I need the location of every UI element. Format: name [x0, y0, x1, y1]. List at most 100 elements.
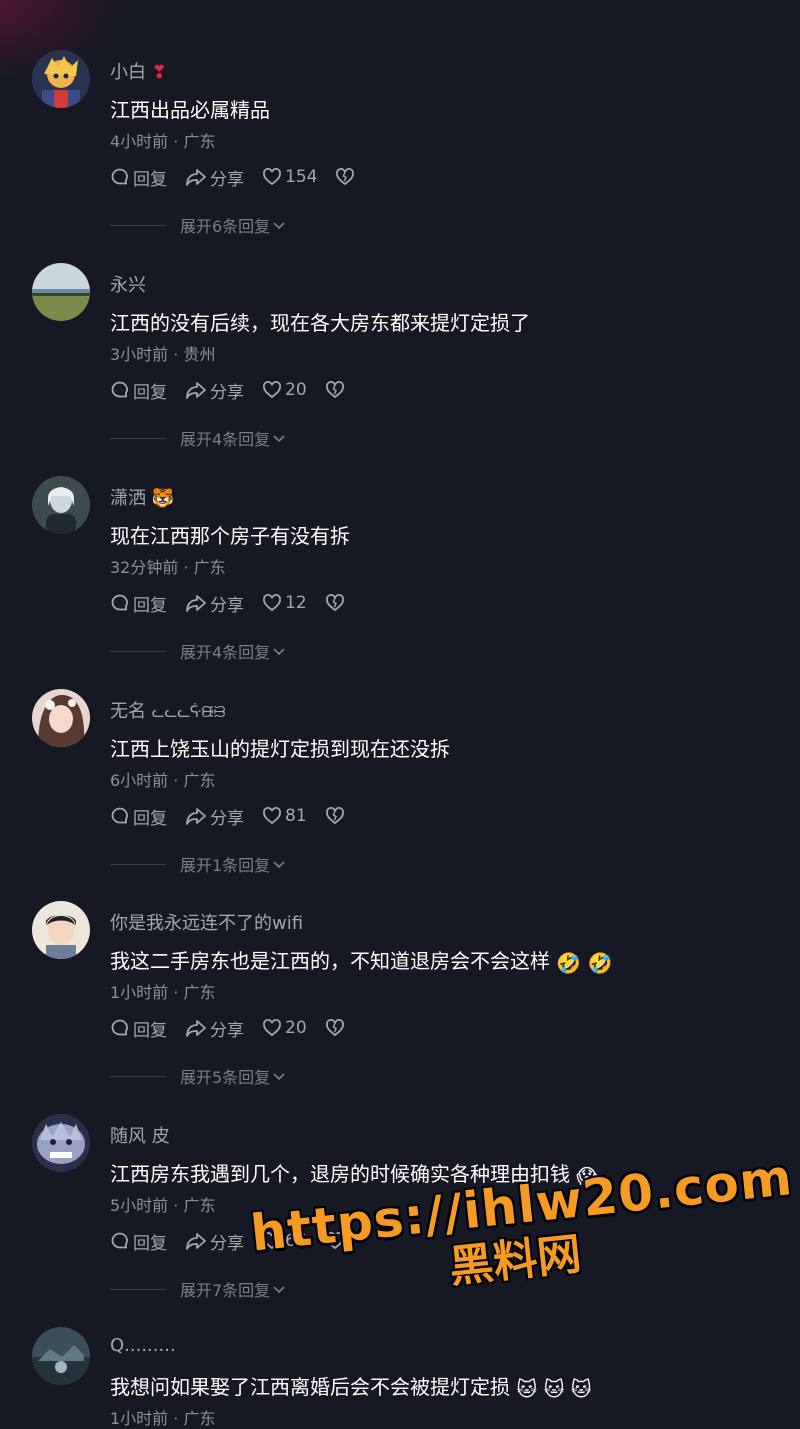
dislike-button[interactable] [325, 1231, 348, 1251]
share-button[interactable]: 分享 [185, 378, 244, 403]
reply-icon [111, 1232, 128, 1249]
comment-username[interactable]: 随风 皮 [110, 1122, 170, 1148]
comment-actions: 回复 分享 154 [110, 164, 376, 190]
reply-button[interactable]: 回复 [110, 804, 167, 829]
expand-replies[interactable]: 展开1条回复 [110, 853, 286, 875]
avatar[interactable] [32, 901, 90, 959]
expand-replies[interactable]: 展开5条回复 [110, 1065, 286, 1087]
avatar[interactable] [32, 263, 90, 321]
username-text[interactable]: 随风 皮 [110, 1126, 170, 1147]
chevron-down-icon [273, 1073, 285, 1081]
share-button[interactable]: 分享 [185, 165, 244, 190]
comment-meta: 6小时前 · 广东 [110, 771, 216, 790]
expand-replies[interactable]: 展开4条回复 [110, 427, 286, 449]
share-button[interactable]: 分享 [185, 804, 244, 829]
comment-meta: 3小时前 · 贵州 [110, 345, 216, 364]
expand-label: 展开1条回复 [180, 856, 271, 875]
like-count: 154 [285, 167, 318, 187]
chevron-down-icon [273, 1286, 285, 1294]
avatar[interactable] [32, 689, 90, 747]
reply-icon [111, 1019, 128, 1036]
expand-label: 展开7条回复 [180, 1281, 271, 1300]
cat-emoji: 🐱 [570, 1376, 592, 1401]
comment-actions: 回复 分享 20 [110, 1015, 366, 1041]
broken-heart-icon [325, 807, 344, 825]
comment-username[interactable]: 小白 ❣ [110, 58, 167, 84]
like-button[interactable]: 20 [262, 1018, 307, 1038]
dislike-button[interactable] [325, 1018, 348, 1038]
like-button[interactable]: 12 [262, 593, 307, 613]
dislike-button[interactable] [325, 806, 348, 826]
reply-button[interactable]: 回复 [110, 591, 167, 616]
reply-button[interactable]: 回复 [110, 1229, 167, 1254]
avatar[interactable] [32, 1327, 90, 1385]
reply-button[interactable]: 回复 [110, 378, 167, 403]
avatar[interactable] [32, 1114, 90, 1172]
reply-icon [111, 381, 128, 398]
chevron-down-icon [273, 435, 285, 443]
like-button[interactable]: 154 [262, 167, 317, 187]
reply-button[interactable]: 回复 [110, 1016, 167, 1041]
comment-item: Q......... 我想问如果娶了江西离婚后会不会被提灯定损 🐱 🐱 🐱 1小… [0, 1327, 800, 1429]
rofl-emoji: 🤣 [587, 950, 613, 975]
like-button[interactable]: 20 [262, 380, 307, 400]
comment-text: 江西房东我遇到几个，退房的时候确实各种理由扣钱 😱 [110, 1158, 597, 1188]
expand-replies[interactable]: 展开6条回复 [110, 214, 286, 236]
comment-text-content: 我想问如果娶了江西离婚后会不会被提灯定损 [110, 1375, 510, 1399]
username-text[interactable]: 潇洒 [110, 488, 146, 509]
share-button[interactable]: 分享 [185, 1229, 244, 1254]
share-icon [186, 595, 206, 612]
like-button[interactable]: 66 [262, 1231, 307, 1251]
comment-text: 现在江西那个房子有没有拆 [110, 524, 350, 548]
heart-icon [263, 807, 281, 825]
heart-icon [263, 1019, 281, 1037]
share-button[interactable]: 分享 [185, 591, 244, 616]
username-text[interactable]: 你是我永远连不了的wifi [110, 913, 303, 934]
username-text[interactable]: 无名 [110, 701, 146, 722]
share-icon [186, 382, 206, 399]
avatar[interactable] [32, 50, 90, 108]
avatar[interactable] [32, 476, 90, 534]
reply-button[interactable]: 回复 [110, 165, 167, 190]
dislike-button[interactable] [335, 167, 358, 187]
divider-line [110, 863, 166, 865]
dislike-button[interactable] [325, 593, 348, 613]
dislike-button[interactable] [325, 380, 348, 400]
comment-username[interactable]: 潇洒 🐯 [110, 484, 174, 510]
comments-page: 小白 ❣ 江西出品必属精品 4小时前 · 广东 回复 分享 154 展开6条回复… [0, 0, 800, 1429]
reply-icon [111, 168, 128, 185]
expand-label: 展开4条回复 [180, 643, 271, 662]
reply-label: 回复 [133, 808, 167, 829]
rofl-emoji: 🤣 [556, 950, 582, 975]
reply-icon [111, 594, 128, 611]
reply-label: 回复 [133, 1233, 167, 1254]
share-button[interactable]: 分享 [185, 1016, 244, 1041]
comment-username[interactable]: Q......... [110, 1335, 176, 1356]
like-count: 66 [285, 1231, 307, 1251]
share-label: 分享 [210, 1233, 244, 1254]
expand-replies[interactable]: 展开7条回复 [110, 1278, 286, 1300]
comment-actions: 回复 分享 12 [110, 590, 366, 616]
like-count: 20 [285, 1018, 307, 1038]
comment-meta: 32分钟前 · 广东 [110, 558, 226, 577]
comment-username[interactable]: 你是我永远连不了的wifi [110, 909, 303, 935]
comment-item: 你是我永远连不了的wifi 我这二手房东也是江西的，不知道退房会不会这样 🤣 🤣… [0, 901, 800, 1114]
expand-replies[interactable]: 展开4条回复 [110, 640, 286, 662]
like-count: 12 [285, 593, 307, 613]
broken-heart-icon [325, 381, 344, 399]
comment-username[interactable]: 永兴 [110, 271, 146, 297]
share-label: 分享 [210, 1020, 244, 1041]
share-label: 分享 [210, 169, 244, 190]
comment-item: 潇洒 🐯 现在江西那个房子有没有拆 32分钟前 · 广东 回复 分享 12 展开… [0, 476, 800, 689]
username-text[interactable]: Q......... [110, 1335, 176, 1356]
comment-meta: 5小时前 · 广东 [110, 1196, 216, 1215]
heart-icon [263, 1232, 281, 1250]
cat-emoji: 🐱 [516, 1376, 538, 1401]
like-button[interactable]: 81 [262, 806, 307, 826]
username-text[interactable]: 永兴 [110, 275, 146, 296]
share-icon [186, 1020, 206, 1037]
comment-username[interactable]: 无名 ᓚᓚᓚᕏᙠᙣ [110, 697, 226, 723]
like-count: 20 [285, 380, 307, 400]
username-text[interactable]: 小白 [110, 62, 146, 83]
share-icon [186, 1233, 206, 1250]
